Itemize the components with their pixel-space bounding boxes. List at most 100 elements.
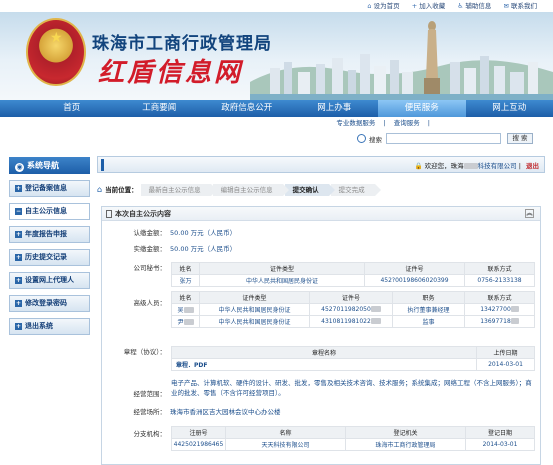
- breadcrumb: ⌂ 当前位置： 最新自主公示信息 编辑自主公示信息 提交确认 提交完成: [97, 183, 545, 197]
- column-header: 职务: [392, 291, 465, 304]
- subscribed-value: 50.00 万元（人民币）: [170, 229, 237, 237]
- lock-icon: 🔒: [414, 162, 423, 170]
- collapse-icon[interactable]: ︽: [525, 209, 534, 218]
- column-header: 证件类型: [199, 291, 310, 304]
- column-header: 证件号: [309, 291, 393, 304]
- sidebar-item-history[interactable]: + 历史提交记录: [9, 249, 90, 266]
- sidebar-item-self-disclosure[interactable]: − 自主公示信息: [9, 203, 90, 220]
- redacted-text: [463, 163, 478, 169]
- statue-image: [424, 21, 440, 94]
- mail-icon: ✉: [503, 2, 509, 10]
- nav-public-info[interactable]: 政府信息公开: [203, 100, 291, 117]
- redacted-text: [183, 307, 194, 313]
- table-cell: 监事: [392, 315, 465, 328]
- accent-bar: [101, 159, 104, 171]
- header-banner: ★ 珠海市工商行政管理局 红盾信息网: [0, 12, 553, 100]
- disclosure-panel: 本次自主公示内容 ︽ 认缴金额： 50.00 万元（人民币） 实缴金额： 50.…: [101, 206, 541, 465]
- redacted-text: [370, 318, 381, 324]
- subnav-divider: |: [383, 119, 386, 127]
- table-cell: 2014-03-01: [476, 358, 535, 371]
- column-header: 注册号: [171, 426, 226, 439]
- step-edit-disclosure: 编辑自主公示信息: [212, 184, 289, 196]
- search-icon: [357, 134, 366, 143]
- contact-us-link[interactable]: ✉ 联系我们: [504, 0, 537, 12]
- national-emblem-logo: ★: [26, 18, 86, 86]
- plus-box-icon: +: [15, 323, 22, 330]
- logout-link[interactable]: 退出: [526, 162, 539, 170]
- redacted-text: [183, 319, 194, 325]
- table-header-row: 注册号 名称 登记机关 登记日期: [171, 426, 535, 439]
- sidebar-item-annual-report[interactable]: + 年度报告申报: [9, 226, 90, 243]
- table-row: 章程．PDF 2014-03-01: [171, 358, 535, 371]
- column-header: 证件类型: [199, 262, 365, 275]
- subnav-query-service[interactable]: 查询服务: [394, 119, 420, 127]
- table-cell: 吴: [171, 303, 200, 316]
- scope-value: 电子产品、计算机软、硬件的设计、研发、批发，零售及相关技术咨询、技术服务；系统集…: [171, 379, 532, 397]
- subscribed-label: 认缴金额：: [133, 229, 167, 237]
- city-skyline-image: [250, 54, 553, 100]
- executives-table: 姓名 证件类型 证件号 职务 联系方式 吴 中华人民共和国居民身份证 45270…: [171, 291, 535, 328]
- sidebar-item-online-agent[interactable]: + 设置网上代理人: [9, 272, 90, 289]
- plus-box-icon: +: [15, 277, 22, 284]
- table-header-row: 章程名称 上传日期: [171, 346, 535, 359]
- secretary-table: 姓名 证件类型 证件号 联系方式 张万 中华人民共和国居民身份证 452?001…: [171, 262, 535, 287]
- step-latest-disclosure: 最新自主公示信息: [140, 184, 217, 196]
- sidebar-item-registration-info[interactable]: + 登记备案信息: [9, 180, 90, 197]
- location-icon: ⌂: [97, 185, 103, 194]
- nav-interaction[interactable]: 网上互动: [466, 100, 553, 117]
- nav-online-service[interactable]: 网上办事: [291, 100, 379, 117]
- scope-label: 经营范围：: [133, 390, 167, 398]
- table-cell: 452?00198606020399: [364, 274, 465, 287]
- table-cell: 0756-2133138: [464, 274, 535, 287]
- sidebar-item-change-password[interactable]: + 修改登录密码: [9, 295, 90, 312]
- table-row: 尹 中华人民共和国居民身份证 4310811981022 监事 13697718: [171, 315, 535, 328]
- column-header: 联系方式: [464, 262, 535, 275]
- table-cell: 尹: [171, 315, 200, 328]
- charter-label: 章程（协议）：: [123, 348, 166, 356]
- step-submit-confirm: 提交确认: [284, 184, 335, 196]
- column-header: 姓名: [171, 291, 200, 304]
- search-input[interactable]: [386, 133, 501, 144]
- table-header-row: 姓名 证件类型 证件号 联系方式: [171, 262, 535, 275]
- accessibility-link[interactable]: ♿ 辅助信息: [457, 0, 491, 12]
- minus-box-icon: −: [15, 208, 22, 215]
- table-row: 张万 中华人民共和国居民身份证 452?00198606020399 0756-…: [171, 274, 535, 287]
- step-submit-done: 提交完成: [330, 184, 381, 196]
- charter-file-link[interactable]: 章程．PDF: [171, 358, 477, 371]
- set-homepage-link[interactable]: ⌂ 设为首页: [367, 0, 399, 12]
- search-button[interactable]: 搜 索: [507, 133, 533, 144]
- welcome-bar: 🔒 欢迎您，珠海 科技有限公司 | 退出: [97, 156, 545, 173]
- table-cell: 4425021986465: [171, 438, 226, 451]
- plus-box-icon: +: [15, 231, 22, 238]
- system-nav-sidebar: ◉ 系统导航 + 登记备案信息 − 自主公示信息 + 年度报告申报 + 历史提交记录 + 设…: [9, 157, 90, 347]
- nav-home[interactable]: 首页: [28, 100, 116, 117]
- table-header-row: 姓名 证件类型 证件号 职务 联系方式: [171, 291, 535, 304]
- column-header: 登记机关: [345, 426, 466, 439]
- nav-globe-icon: ◉: [15, 163, 24, 172]
- accessibility-icon: ♿: [457, 2, 464, 10]
- column-header: 姓名: [171, 262, 200, 275]
- branch-table: 注册号 名称 登记机关 登记日期 4425021986465 天天科技有限公司 …: [171, 426, 535, 451]
- table-cell: 4527011982050: [309, 303, 393, 316]
- paid-label: 实缴金额：: [133, 245, 167, 253]
- secretary-label: 公司秘书：: [133, 264, 167, 272]
- nav-convenience-service[interactable]: 便民服务: [378, 100, 466, 117]
- nav-news[interactable]: 工商要闻: [116, 100, 204, 117]
- star-icon: +: [411, 2, 418, 10]
- page: { "top_links": [ {"icon": "home-icon", "…: [0, 0, 553, 465]
- branch-label: 分支机构：: [133, 430, 167, 438]
- top-links-bar: ⌂ 设为首页 + 加入收藏 ♿ 辅助信息 ✉ 联系我们: [0, 0, 553, 12]
- search-row: 搜索 搜 索: [0, 130, 553, 148]
- table-cell: 珠海市工商行政管理局: [345, 438, 466, 451]
- sidebar-item-logout[interactable]: + 退出系统: [9, 318, 90, 335]
- charter-table: 章程名称 上传日期 章程．PDF 2014-03-01: [171, 346, 535, 371]
- address-label: 经营场所：: [133, 408, 167, 416]
- paid-value: 50.00 万元（人民币）: [170, 245, 237, 253]
- address-value: 珠海市香洲区吉大园林会议中心办公楼: [170, 408, 281, 416]
- home-icon: ⌂: [367, 2, 372, 10]
- column-header: 上传日期: [476, 346, 535, 359]
- add-favorite-link[interactable]: + 加入收藏: [412, 0, 445, 12]
- column-header: 联系方式: [464, 291, 535, 304]
- table-cell: 中华人民共和国居民身份证: [199, 303, 310, 316]
- subnav-data-service[interactable]: 专业数据服务: [336, 119, 375, 127]
